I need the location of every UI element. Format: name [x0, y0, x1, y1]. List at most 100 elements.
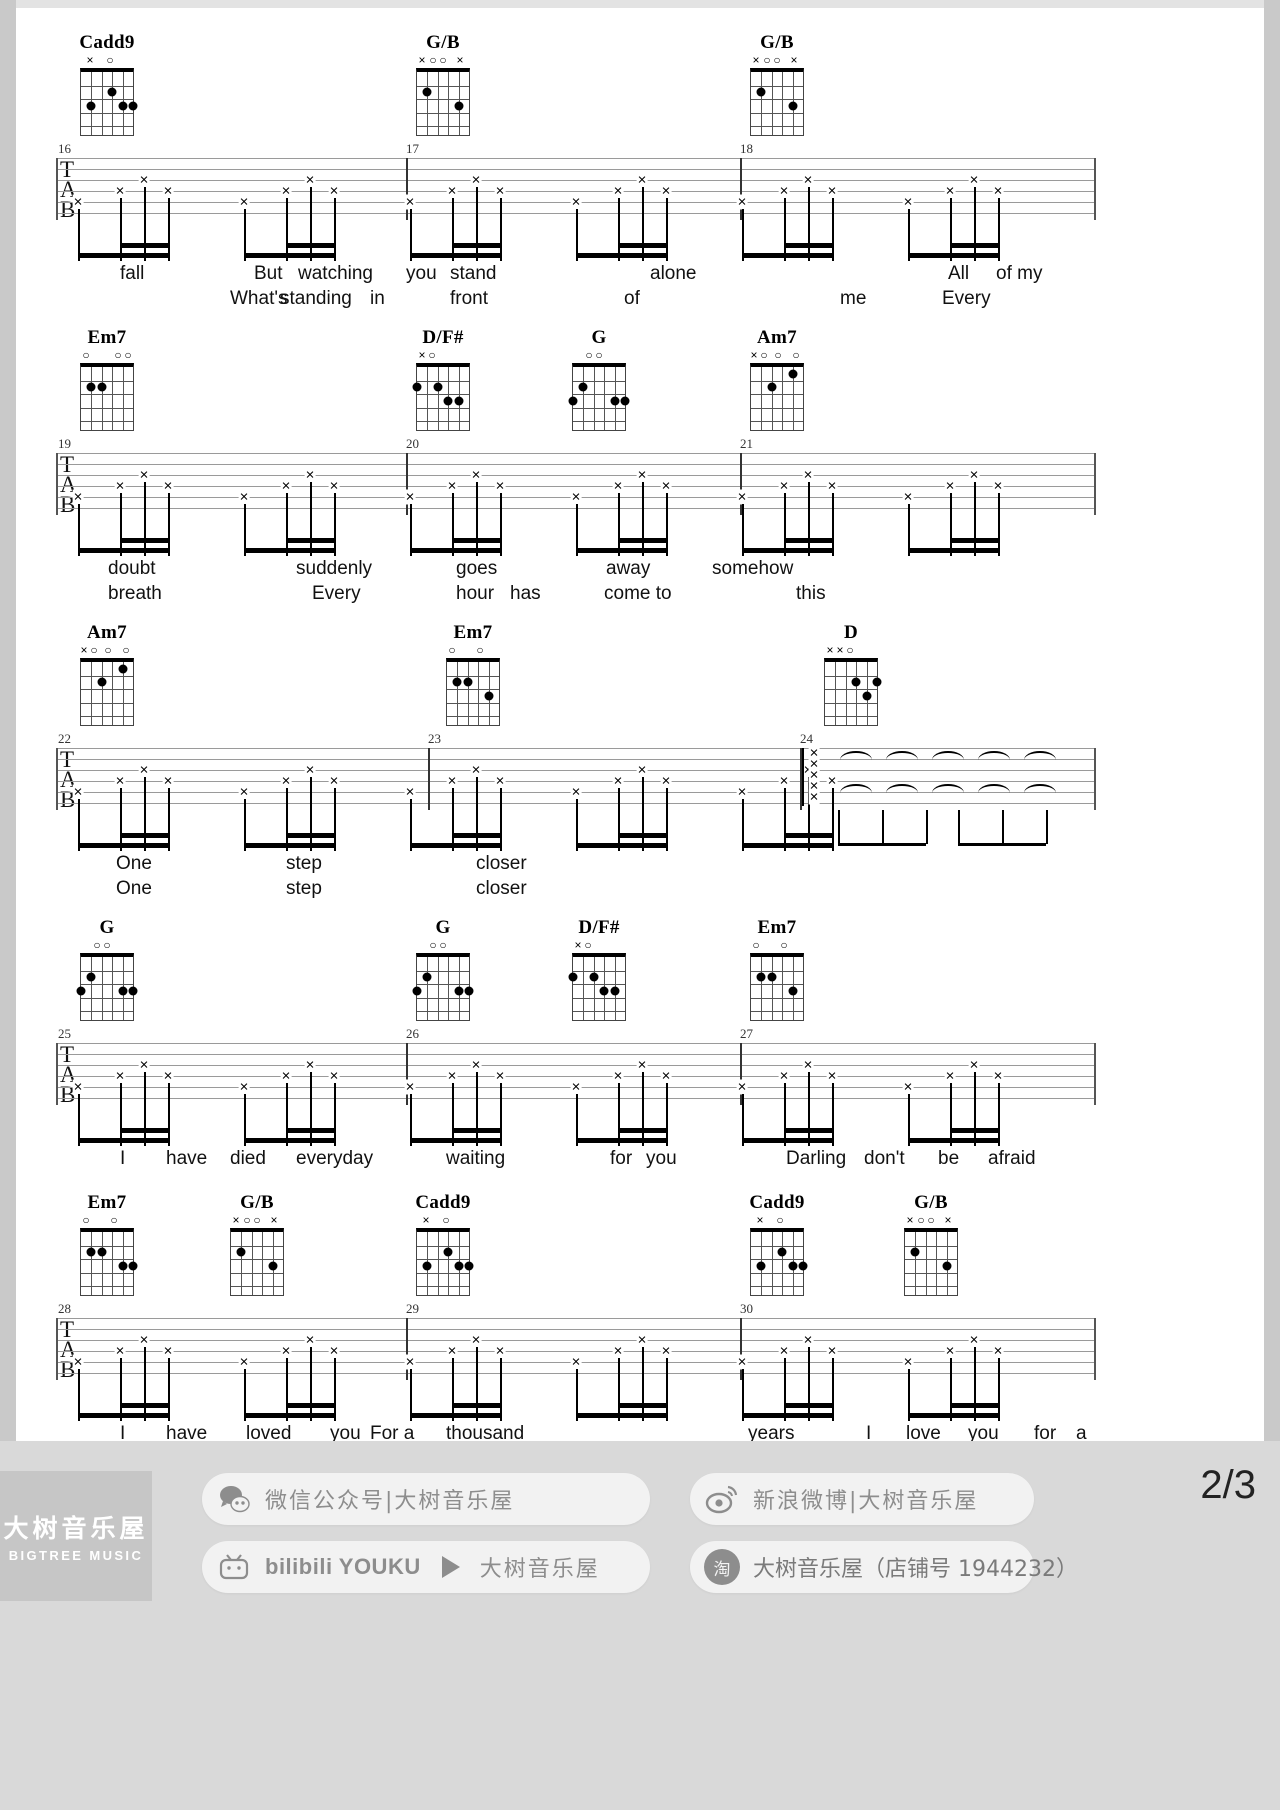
weibo-pill[interactable]: 新浪微博|大树音乐屋	[690, 1473, 1034, 1525]
lyric-word: goes	[456, 558, 498, 579]
chord-finger-dot	[767, 382, 777, 392]
lyric-word: of	[624, 288, 640, 309]
mute-strum-mark: ×	[494, 182, 506, 200]
chord-fretboard	[412, 363, 470, 431]
mute-strum-mark: ×	[162, 1342, 174, 1360]
mute-strum-mark: ×	[238, 1078, 250, 1096]
mute-strum-mark: ×	[736, 193, 748, 211]
brand-logo-cn: 大树音乐屋	[3, 1514, 149, 1543]
chord-finger-dot	[942, 1261, 952, 1271]
note-stem	[784, 493, 786, 556]
beam	[784, 1403, 834, 1408]
tie-curve	[932, 751, 964, 760]
beam	[120, 1128, 170, 1133]
note-stem	[500, 1358, 502, 1421]
beam	[950, 1403, 1000, 1408]
chord-diagram: G ○ ○	[68, 918, 146, 1021]
note-stem	[784, 788, 786, 851]
mute-strum-mark: ×	[612, 477, 624, 495]
chord-finger-dot	[788, 986, 798, 996]
wechat-pill[interactable]: 微信公众号|大树音乐屋	[202, 1473, 650, 1525]
mute-strum-mark: ×	[636, 1331, 648, 1349]
mute-strum-mark: ×	[636, 761, 648, 779]
note-stem	[618, 1358, 620, 1421]
tab-staff: ×××××××××××××××××××××××××	[56, 745, 1096, 851]
video-pill[interactable]: bilibili YOUKU 大树音乐屋	[202, 1541, 650, 1593]
youku-play-icon	[431, 1549, 467, 1585]
chord-diagram: Em7 ○ ○	[738, 918, 816, 1021]
chord-finger-dot	[454, 1261, 464, 1271]
chord-name: D/F#	[578, 917, 620, 938]
mute-strum-mark: ×	[612, 1342, 624, 1360]
chord-fretboard	[80, 68, 138, 136]
beam	[286, 538, 336, 543]
lyrics-verse-1: doubt suddenly goes away somehow	[16, 558, 1264, 582]
mute-strum-mark: ×	[404, 488, 416, 506]
note-stem	[286, 493, 288, 556]
chord-finger-dot	[756, 972, 766, 982]
chord-finger-dot	[851, 677, 861, 687]
chord-name: Em7	[453, 622, 493, 643]
lyric-word: One	[116, 853, 152, 874]
note-stem	[950, 1358, 952, 1421]
mute-strum-mark: ×	[138, 1056, 150, 1074]
note-stem	[452, 198, 454, 261]
chord-name: D/F#	[422, 327, 464, 348]
chord-finger-dot	[610, 986, 620, 996]
mute-strum-mark: ×	[304, 171, 316, 189]
lyric-word: Every	[942, 288, 991, 309]
measure-number: 21	[740, 436, 753, 451]
mute-strum-mark: ×	[280, 1067, 292, 1085]
note-stem	[144, 187, 146, 261]
barline	[406, 158, 408, 220]
beam	[452, 833, 502, 838]
beam	[784, 538, 834, 543]
chord-open-mute-marks: × ○ ○ ○	[80, 643, 130, 657]
measure-number: 26	[406, 1026, 419, 1041]
chord-finger-dot	[97, 382, 107, 392]
note-stem	[926, 810, 928, 844]
chord-finger-dot	[568, 396, 578, 406]
mute-strum-mark: ×	[902, 1353, 914, 1371]
lyric-word: waiting	[446, 1148, 506, 1169]
taobao-pill[interactable]: 淘 大树音乐屋（店铺号 1944232）	[690, 1541, 1078, 1593]
chord-diagram: Am7 × ○ ○ ○	[68, 623, 146, 726]
beam	[618, 833, 668, 838]
chord-finger-dot	[756, 1261, 766, 1271]
mute-strum-mark: ×	[944, 477, 956, 495]
note-stem	[618, 1083, 620, 1146]
beam	[742, 548, 834, 553]
mute-strum-mark: ×	[736, 1078, 748, 1096]
page-footer: 大树音乐屋 BIGTREE MUSIC 微信公众号|大树音乐屋 bilibili…	[0, 1441, 1280, 1810]
chord-finger-dot	[118, 986, 128, 996]
measure-number: 25	[58, 1026, 71, 1041]
tab-staff: × × × × × × × × × × × × × × × × × × × × × × × ×	[56, 453, 1096, 556]
mute-strum-mark: ×	[968, 1056, 980, 1074]
weibo-label: 新浪微博|大树音乐屋	[753, 1489, 979, 1514]
note-stem	[120, 1083, 122, 1146]
note-stem	[950, 1083, 952, 1146]
note-stem	[168, 198, 170, 261]
mute-strum-mark: ×	[968, 1331, 980, 1349]
mute-strum-mark: ×	[404, 1078, 416, 1096]
lyric-word: hour	[456, 583, 495, 604]
chord-open-mute-marks: ○ ○ ○	[82, 348, 132, 362]
note-stem	[168, 493, 170, 556]
tie-curve	[978, 784, 1010, 793]
lyric-word: has	[510, 583, 541, 604]
lyrics-verse-1: fall But watching you stand alone All of my	[16, 263, 1264, 287]
chord-fretboard	[76, 953, 138, 1021]
chord-finger-dot	[788, 369, 798, 379]
chord-open-mute-marks: × × ○	[826, 643, 854, 657]
beam	[576, 253, 668, 258]
mute-strum-mark: ×	[446, 1067, 458, 1085]
chord-name: G	[591, 327, 607, 348]
beam	[618, 1403, 668, 1408]
chord-fretboard	[750, 68, 804, 136]
beam	[78, 843, 170, 848]
lyric-word: alone	[650, 263, 697, 284]
brand-logo: 大树音乐屋 BIGTREE MUSIC	[0, 1471, 152, 1601]
note-stem	[144, 482, 146, 556]
measure-number: 30	[740, 1301, 753, 1316]
lyric-word: closer	[476, 878, 527, 899]
